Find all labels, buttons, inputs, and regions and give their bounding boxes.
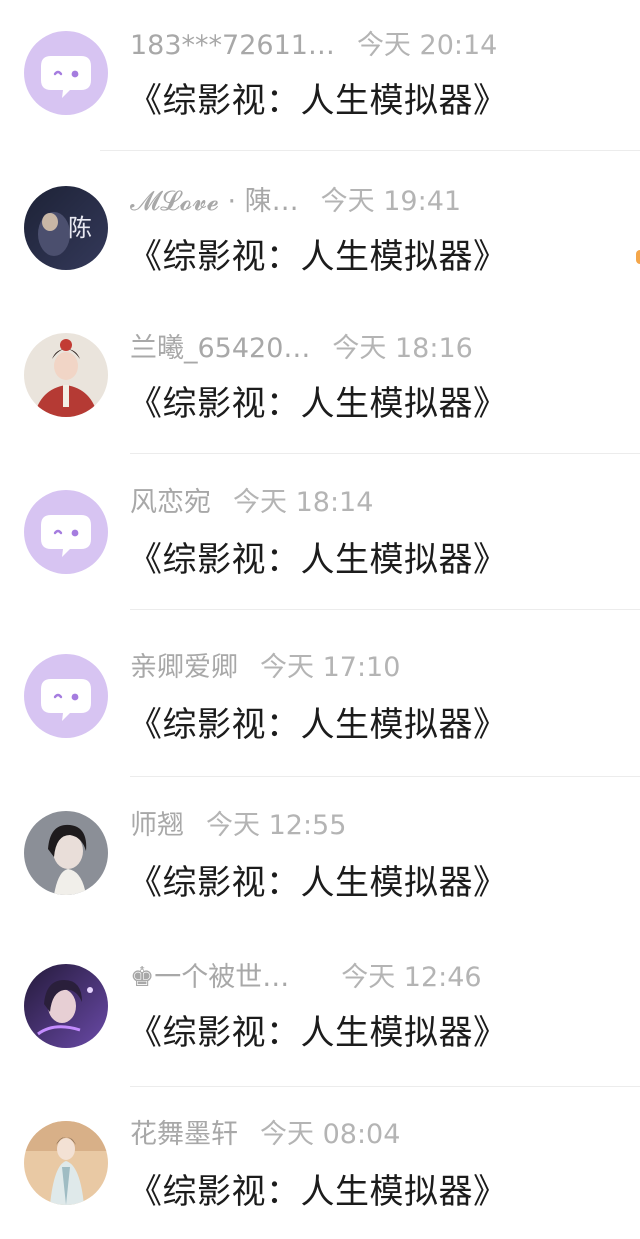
sender-name: 花舞墨轩 [130, 1119, 238, 1150]
message-row[interactable]: 师翘 今天 12:55 《综影视：人生模拟器》 [0, 780, 640, 930]
message-row[interactable]: 亲卿爱卿 今天 17:10 《综影视：人生模拟器》 [0, 622, 640, 777]
sender-name: 亲卿爱卿 [130, 652, 238, 683]
message-text: 《综影视：人生模拟器》 [128, 540, 508, 580]
name-time-line: ♚一个被世… 今天 12:46 [130, 960, 482, 996]
user-photo-avatar[interactable] [24, 811, 108, 895]
row-divider [130, 453, 640, 454]
message-time: 今天 18:14 [233, 487, 374, 518]
message-time: 今天 12:46 [341, 962, 482, 993]
default-chat-bubble-icon[interactable] [24, 31, 108, 115]
row-divider [130, 609, 640, 610]
name-time-line: 师翘 今天 12:55 [130, 808, 346, 844]
message-text: 《综影视：人生模拟器》 [128, 705, 508, 745]
sender-name: 风恋宛 [130, 487, 211, 518]
message-time: 今天 08:04 [260, 1119, 401, 1150]
row-divider [100, 150, 640, 151]
sender-name: 𝓜𝓛𝓸𝓿𝓮 · 陳… [130, 186, 299, 217]
name-time-line: 兰曦_65420… 今天 18:16 [130, 331, 473, 367]
svg-text:陈: 陈 [68, 214, 92, 242]
message-text: 《综影视：人生模拟器》 [128, 1172, 508, 1212]
sender-name: 兰曦_65420… [130, 333, 311, 364]
sender-name: 183***72611… [130, 30, 335, 61]
message-row[interactable]: 风恋宛 今天 18:14 《综影视：人生模拟器》 [0, 457, 640, 610]
default-chat-bubble-icon[interactable] [24, 654, 108, 738]
user-photo-avatar[interactable]: 陈 [24, 186, 108, 270]
message-text: 《综影视：人生模拟器》 [128, 384, 508, 424]
message-time: 今天 12:55 [206, 810, 347, 841]
row-divider [130, 1086, 640, 1087]
message-text: 《综影视：人生模拟器》 [128, 1013, 508, 1053]
name-time-line: 𝓜𝓛𝓸𝓿𝓮 · 陳… 今天 19:41 [130, 184, 461, 220]
user-photo-avatar[interactable] [24, 333, 108, 417]
name-time-line: 亲卿爱卿 今天 17:10 [130, 650, 400, 686]
message-time: 今天 18:16 [332, 333, 473, 364]
message-row[interactable]: 陈 𝓜𝓛𝓸𝓿𝓮 · 陳… 今天 19:41 《综影视：人生模拟器》 [0, 156, 640, 306]
name-time-line: 183***72611… 今天 20:14 [130, 28, 497, 64]
message-text: 《综影视：人生模拟器》 [128, 81, 508, 121]
message-text: 《综影视：人生模拟器》 [128, 863, 508, 903]
message-time: 今天 20:14 [356, 30, 498, 61]
message-text: 《综影视：人生模拟器》 [128, 237, 508, 277]
message-row[interactable]: 花舞墨轩 今天 08:04 《综影视：人生模拟器》 [0, 1089, 640, 1239]
sender-name: 师翘 [130, 810, 184, 841]
sender-name: ♚一个被世… [130, 962, 290, 993]
message-row[interactable]: 兰曦_65420… 今天 18:16 《综影视：人生模拟器》 [0, 303, 640, 454]
row-divider [130, 776, 640, 777]
user-photo-avatar[interactable] [24, 964, 108, 1048]
name-time-line: 风恋宛 今天 18:14 [130, 485, 373, 521]
name-time-line: 花舞墨轩 今天 08:04 [130, 1117, 400, 1153]
message-time: 今天 17:10 [260, 652, 401, 683]
unread-dot [636, 250, 640, 264]
user-photo-avatar[interactable] [24, 1121, 108, 1205]
message-row[interactable]: 183***72611… 今天 20:14 《综影视：人生模拟器》 [0, 0, 640, 151]
default-chat-bubble-icon[interactable] [24, 490, 108, 574]
message-row[interactable]: ♚一个被世… 今天 12:46 《综影视：人生模拟器》 [0, 934, 640, 1087]
message-time: 今天 19:41 [320, 186, 462, 217]
